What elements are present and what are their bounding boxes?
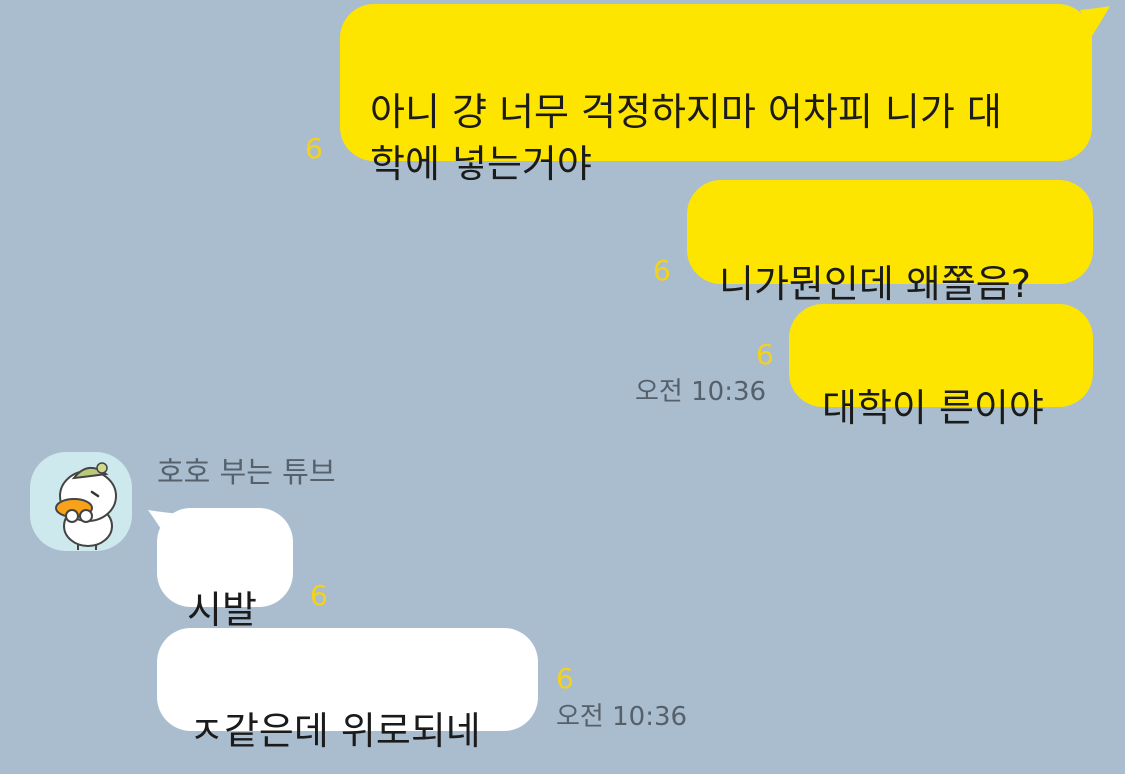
sender-avatar[interactable] (30, 452, 132, 551)
incoming-message-bubble[interactable]: ㅈ같은데 위로되네 (157, 628, 538, 753)
outgoing-message-bubble[interactable]: 대학이 른이야 (789, 304, 1093, 430)
bubble-tail (1080, 6, 1110, 36)
unread-count: 6 (653, 254, 671, 287)
message-timestamp: 오전 10:36 (556, 702, 688, 732)
sender-name[interactable]: 호호 부는 튜브 (157, 455, 336, 489)
unread-count: 6 (310, 579, 328, 612)
unread-count: 6 (305, 132, 323, 165)
message-timestamp: 오전 10:36 (635, 377, 767, 407)
message-text: 대학이 른이야 (822, 386, 1044, 430)
tube-duck-avatar-icon (55, 462, 117, 550)
outgoing-message-bubble[interactable]: 니가뭔인데 왜쫄음? (687, 180, 1093, 306)
message-text: 니가뭔인데 왜쫄음? (719, 262, 1031, 306)
incoming-message-bubble[interactable]: 시발 (157, 508, 293, 632)
message-text: 시발 (187, 588, 257, 632)
unread-count: 6 (756, 338, 774, 371)
unread-count: 6 (556, 662, 574, 695)
message-text: 아니 걍 너무 걱정하지마 어차피 니가 대 학에 넣는거야 (370, 90, 1002, 186)
message-text: ㅈ같은데 위로되네 (189, 709, 481, 753)
outgoing-message-bubble[interactable]: 아니 걍 너무 걱정하지마 어차피 니가 대 학에 넣는거야 (340, 4, 1092, 186)
